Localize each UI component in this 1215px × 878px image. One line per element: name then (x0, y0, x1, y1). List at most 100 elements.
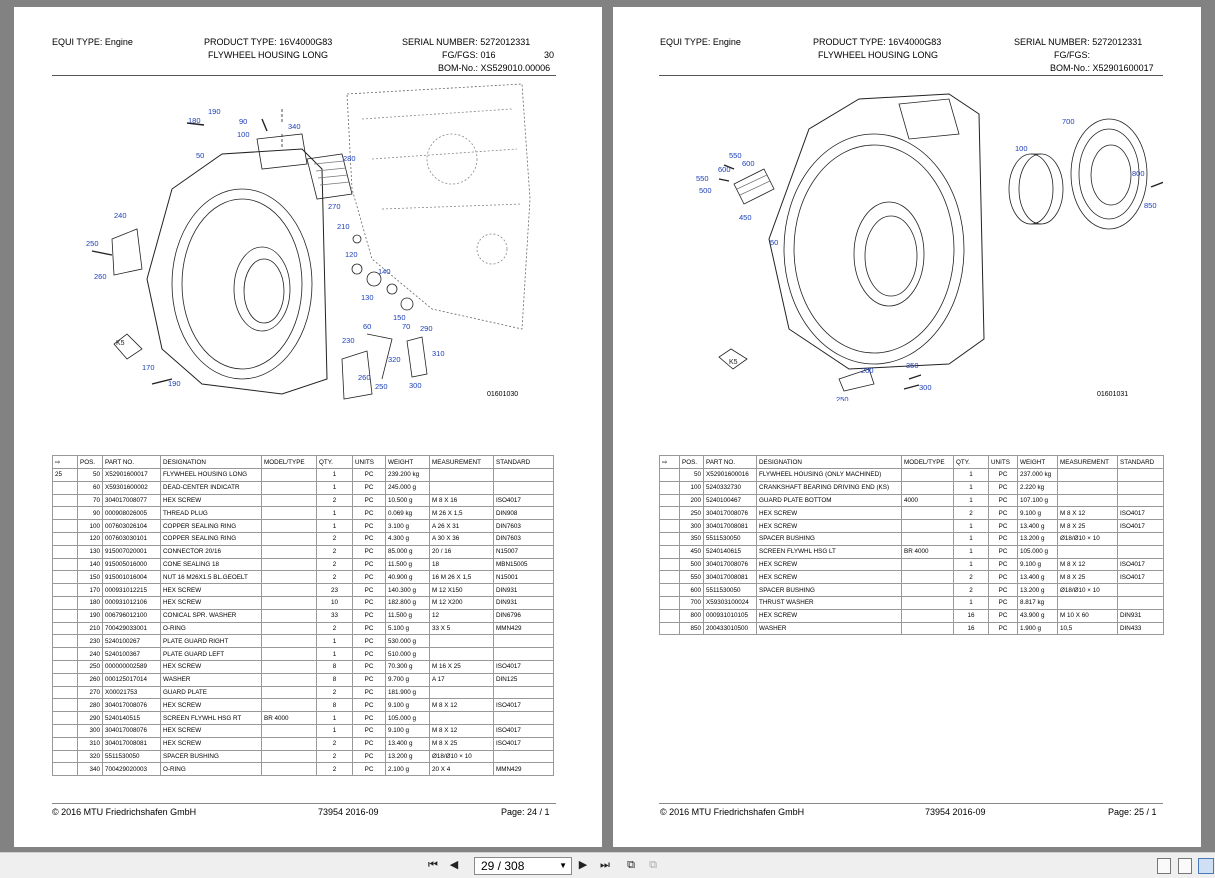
cell-model (261, 468, 317, 482)
callout-600b: 600 (718, 165, 731, 174)
cell-weight: 140.300 g (385, 583, 430, 597)
equi-type: EQUI TYPE: Engine (52, 37, 133, 47)
footer-rule (52, 803, 556, 804)
go-back-view-icon[interactable]: ⧉ (623, 857, 639, 874)
cell-des: HEX SCREW (756, 506, 902, 521)
cell-unit: PC (988, 621, 1018, 636)
cell-weight: 510.000 g (385, 647, 430, 661)
cell-pos: 100 (77, 519, 103, 533)
cell-des: HEX SCREW (756, 608, 902, 623)
cell-unit: PC (352, 506, 386, 521)
col-model-type: MODEL/TYPE (901, 455, 954, 469)
cell-model (261, 672, 317, 687)
cell-model (901, 468, 954, 482)
cell-des: THREAD PLUG (160, 506, 262, 521)
table-row: 500 304017008076 HEX SCREW 1 PC 9.100 gM 8 X … (659, 557, 1164, 572)
cell-part: 915005016000 (102, 557, 161, 572)
cell-meas: M 10 X 60 (1057, 608, 1118, 623)
cell-std: DIN908 (493, 506, 554, 521)
callout-700: 700 (1062, 117, 1075, 126)
callout-130: 130 (361, 293, 374, 302)
next-page-icon[interactable]: ▶ (576, 857, 590, 874)
cell-weight: 245.000 g (385, 480, 430, 495)
cell-unit: PC (352, 647, 386, 661)
cell-meas: M 8 X 25 (1057, 570, 1118, 585)
cell-qty: 10 (316, 595, 353, 610)
table-row: 25 50 X52901600017 FLYWHEEL HOUSING LONG 1 PC… (52, 468, 554, 482)
cell-unit: PC (988, 468, 1018, 482)
cell-des: SPACER BUSHING (160, 749, 262, 764)
cell-lvl (659, 531, 680, 546)
cell-meas: M 12 X150 (429, 583, 494, 597)
cell-lvl (52, 531, 78, 546)
table-row: 190 006796012100 CONICAL SPR. WASHER 33 PC 11… (52, 608, 554, 623)
two-page-view-icon[interactable] (1198, 858, 1214, 874)
col-qty: QTY. (953, 455, 989, 469)
cell-lvl (52, 557, 78, 572)
cell-std: ISO4017 (493, 493, 554, 508)
callout-270: 270 (328, 202, 341, 211)
callout-550b: 550 (696, 174, 709, 183)
parts-table: ⇨ POS. PART NO. DESIGNATION MODEL/TYPE Q… (659, 455, 1164, 636)
cell-pos: 280 (77, 698, 103, 713)
cell-des: HEX SCREW (160, 493, 262, 508)
cell-weight: 107.100 g (1017, 493, 1058, 508)
cell-std: ISO4017 (1117, 506, 1164, 521)
cell-des: SCREEN FLYWHL HSG RT (160, 711, 262, 725)
callout-250: 250 (836, 395, 849, 401)
callout-320: 320 (388, 355, 401, 364)
col-weight: WEIGHT (1017, 455, 1058, 469)
cell-qty: 1 (316, 468, 353, 482)
cell-qty: 2 (316, 736, 353, 751)
cell-part: 5240100467 (703, 493, 757, 508)
table-row: 450 5240140615 SCREEN FLYWHL HSG LT BR 4000… (659, 544, 1164, 559)
cell-des: CONE SEALING 18 (160, 557, 262, 572)
cell-model (261, 531, 317, 546)
assembly-title: FLYWHEEL HOUSING LONG (818, 50, 939, 60)
cell-unit: PC (988, 531, 1018, 546)
continuous-view-icon[interactable] (1178, 858, 1192, 874)
cell-unit: PC (352, 544, 386, 559)
cell-model (261, 634, 317, 649)
cell-weight: 43.900 g (1017, 608, 1058, 623)
cell-part: 000931010105 (703, 608, 757, 623)
cell-weight: 9.700 g (385, 672, 430, 687)
table-row: 280 304017008076 HEX SCREW 8 PC 9.100 gM 8 X … (52, 698, 554, 713)
cell-unit: PC (352, 698, 386, 713)
last-page-icon[interactable]: ⏭ (597, 857, 613, 874)
cell-qty: 8 (316, 698, 353, 713)
page-number-select[interactable]: 29 / 308 ▼ (474, 857, 572, 875)
col-qty: QTY. (316, 455, 353, 469)
cell-meas (429, 468, 494, 482)
cell-model (901, 531, 954, 546)
cell-meas: 33 X 5 (429, 621, 494, 636)
fgfgs: FG/FGS: (1054, 50, 1090, 60)
cell-pos: 340 (77, 762, 103, 777)
cell-des: NUT 16 M26X1.5 BL.GEOELT (160, 570, 262, 585)
go-forward-view-icon[interactable]: ⧉ (645, 857, 661, 874)
cell-model (901, 570, 954, 585)
cell-des: SCREEN FLYWHL HSG LT (756, 544, 902, 559)
cell-des: HEX SCREW (756, 557, 902, 572)
cell-lvl (52, 595, 78, 610)
callout-70: 70 (402, 322, 410, 331)
previous-page-icon[interactable]: ◀ (447, 857, 461, 874)
cell-std (1117, 468, 1164, 482)
cell-weight: 3.100 g (385, 519, 430, 533)
cell-model (261, 621, 317, 636)
cell-meas: M 8 X 12 (1057, 506, 1118, 521)
cell-model (901, 621, 954, 636)
cell-pos: 200 (679, 493, 704, 508)
callout-200: 200 (861, 366, 874, 375)
cell-weight: 9.100 g (385, 723, 430, 738)
single-page-view-icon[interactable] (1157, 858, 1171, 874)
first-page-icon[interactable]: ⏮ (425, 857, 441, 874)
cell-des: PLATE GUARD LEFT (160, 647, 262, 661)
parts-table: ⇨ POS. PART NO. DESIGNATION MODEL/TYPE Q… (52, 455, 554, 777)
cell-model (261, 685, 317, 700)
cell-qty: 1 (316, 634, 353, 649)
cell-meas: Ø18/Ø10 × 10 (429, 749, 494, 764)
table-row: 600 5511530050 SPACER BUSHING 2 PC 13.200 g Ø1… (659, 583, 1164, 597)
cell-weight: 8.817 kg (1017, 595, 1058, 610)
table-row: 70 304017008077 HEX SCREW 2 PC 10.500 gM 8 X … (52, 493, 554, 508)
